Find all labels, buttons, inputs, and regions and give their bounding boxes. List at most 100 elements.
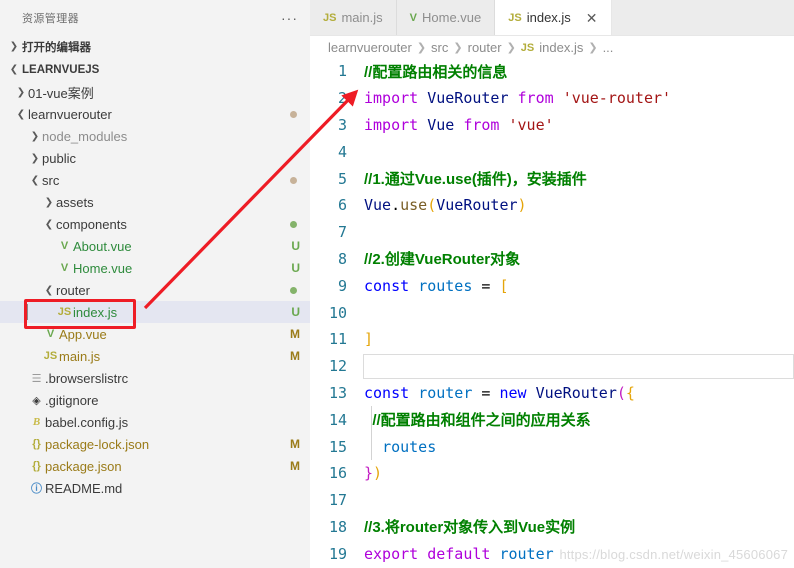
line-number: 9 [337, 276, 347, 295]
code-line-text: }) [364, 461, 794, 486]
chevron-right-icon[interactable]: ❯ [28, 131, 42, 142]
tree-item-label: router [56, 282, 90, 298]
tree-item-gitignore[interactable]: ◈ .gitignore [0, 389, 310, 411]
breadcrumb-item[interactable]: src [431, 40, 448, 55]
git-file-icon: ◈ [32, 394, 41, 407]
code-line[interactable]: 9 const routes = [ [310, 272, 794, 299]
code-line[interactable]: 13 const router = new VueRouter({ [310, 380, 794, 407]
code-token: Vue [427, 115, 455, 134]
editor-tab-main-js[interactable]: JS main.js [310, 0, 397, 35]
code-line[interactable]: 12 [310, 353, 794, 380]
tree-item-label: .browserslistrc [45, 370, 129, 386]
code-line[interactable]: 17 [310, 487, 794, 514]
code-token: router [499, 544, 554, 563]
tree-item-01-vue[interactable]: ❯ 01-vue案例 [0, 81, 310, 103]
line-number: 7 [337, 223, 347, 242]
code-line[interactable]: 14 //配置路由和组件之间的应用关系 [310, 406, 794, 434]
breadcrumb-item[interactable]: learnvuerouter [328, 40, 412, 55]
chevron-right-icon[interactable]: ❯ [42, 197, 56, 208]
explorer-sidebar: 资源管理器 ··· ❯ 打开的编辑器 ❮ LEARNVUEJS ❯ 01-vue案… [0, 0, 310, 568]
tree-item-package-json[interactable]: {} package.json M [0, 455, 310, 477]
line-number: 17 [328, 491, 347, 510]
code-line[interactable]: 8 //2.创建VueRouter对象 [310, 246, 794, 273]
code-line[interactable]: 1 //配置路由相关的信息 [310, 58, 794, 85]
tree-item-components[interactable]: ❮ components [0, 213, 310, 235]
code-line[interactable]: 4 [310, 138, 794, 165]
tree-item-app-vue[interactable]: V App.vue M [0, 323, 310, 345]
code-line[interactable]: 15 routes [310, 433, 794, 460]
code-line-text: //2.创建VueRouter对象 [364, 246, 794, 271]
tree-item-label: public [42, 150, 76, 166]
code-token: VueRouter [427, 89, 509, 108]
chevron-right-icon[interactable]: ❯ [28, 153, 42, 164]
code-line-text: const routes = [ [364, 273, 794, 298]
code-line[interactable]: 5 //1.通过Vue.use(插件)，安装插件 [310, 165, 794, 192]
folder-change-dot-icon [290, 176, 297, 184]
code-line[interactable]: 6 Vue. use(VueRouter) [310, 192, 794, 219]
code-line[interactable]: 16}) [310, 460, 794, 487]
code-line[interactable]: 7 [310, 219, 794, 246]
code-token: use [400, 196, 428, 215]
editor-area: JS main.js V Home.vue JS index.js ✕ learnvuero… [310, 0, 794, 568]
tree-item-label: learnvuerouter [28, 106, 112, 122]
tree-item-babel-config-js[interactable]: Bbabel.config.js [0, 411, 310, 433]
tree-item-assets[interactable]: ❯ assets [0, 191, 310, 213]
code-token: default [427, 544, 491, 563]
tree-item-node-modules[interactable]: ❯ node_modules [0, 125, 310, 147]
code-token: from [463, 115, 500, 134]
breadcrumb-item[interactable]: router [468, 40, 502, 55]
code-token: . [391, 196, 401, 215]
code-line[interactable]: 11] [310, 326, 794, 353]
breadcrumb-item[interactable]: ... [603, 40, 614, 55]
code-line-text: import VueRouter from 'vue-router' [364, 86, 794, 111]
tree-item-router[interactable]: ❮ router [0, 279, 310, 301]
tree-item-package-lock-json[interactable]: {} package-lock.json M [0, 433, 310, 455]
tree-item-about-vue[interactable]: V About.vue U [0, 235, 310, 257]
code-line[interactable]: 2 import VueRouter from 'vue-router' [310, 85, 794, 112]
tree-item-home-vue[interactable]: V Home.vue U [0, 257, 310, 279]
tree-item-readme-md[interactable]: ⓘ README.md [0, 477, 310, 499]
tree-item-browserslistrc[interactable]: ☰ .browserslistrc [0, 367, 310, 389]
code-line[interactable]: 3 import Vue from 'vue' [310, 112, 794, 139]
git-status-badge: U [291, 305, 300, 319]
js-file-icon: JS [520, 41, 535, 54]
chevron-down-icon[interactable]: ❮ [14, 109, 28, 120]
close-icon[interactable]: ✕ [586, 11, 598, 25]
tree-item-label: package.json [45, 458, 122, 474]
code-line[interactable]: 18 //3.将router对象传入到Vue实例 [310, 514, 794, 541]
chevron-down-icon[interactable]: ❮ [42, 285, 56, 296]
chevron-down-icon[interactable]: ❮ [42, 219, 56, 230]
open-editors-section[interactable]: ❯ 打开的编辑器 [0, 35, 310, 58]
editor-tab-home-vue[interactable]: V Home.vue [396, 0, 496, 35]
code-line-text: //1.通过Vue.use(插件)，安装插件 [364, 166, 794, 191]
tree-item-label: Home.vue [73, 260, 133, 276]
config-list-icon: ☰ [31, 372, 42, 385]
tree-item-index-js[interactable]: JS index.js U [0, 301, 310, 323]
line-number: 10 [328, 303, 347, 322]
code-token: routes [382, 437, 437, 456]
tree-item-public[interactable]: ❯ public [0, 147, 310, 169]
more-actions-icon[interactable]: ··· [281, 11, 298, 25]
breadcrumb-item[interactable]: index.js [539, 40, 583, 55]
code-line[interactable]: 10 [310, 299, 794, 326]
code-editor[interactable]: 1 //配置路由相关的信息 2 import VueRouter from 'vue-… [310, 58, 794, 568]
markdown-file-icon: ⓘ [31, 483, 42, 495]
editor-tab-index-js[interactable]: JS index.js ✕ [495, 0, 612, 35]
tree-item-learnvuerouter[interactable]: ❮ learnvuerouter [0, 103, 310, 125]
workspace-root-section[interactable]: ❮ LEARNVUEJS [0, 58, 310, 81]
chevron-right-icon[interactable]: ❯ [14, 87, 28, 98]
tree-item-label: main.js [59, 348, 101, 364]
code-token: VueRouter [535, 383, 617, 402]
tree-item-src[interactable]: ❮ src [0, 169, 310, 191]
tree-item-main-js[interactable]: JS main.js M [0, 345, 310, 367]
chevron-down-icon[interactable]: ❮ [28, 175, 42, 186]
